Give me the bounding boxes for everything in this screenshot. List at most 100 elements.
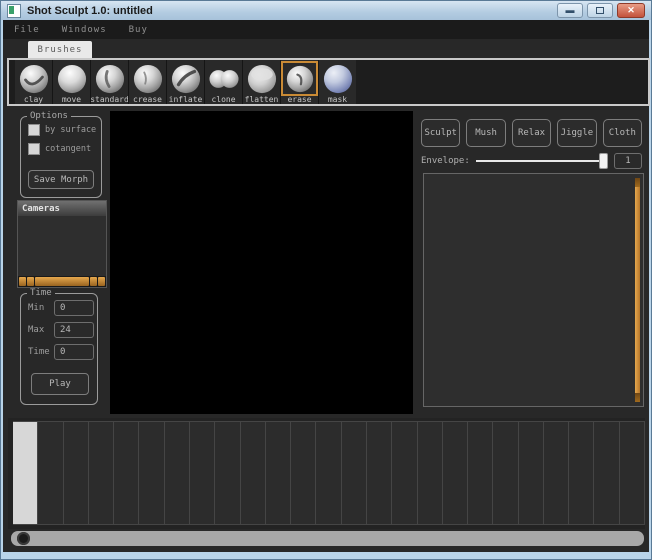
time-group: Time Min 0 Max 24 Time 0 Play bbox=[20, 293, 98, 405]
timeline-cell[interactable] bbox=[89, 422, 114, 524]
window-title: Shot Sculpt 1.0: untitled bbox=[27, 5, 153, 17]
close-button[interactable]: ✕ bbox=[617, 3, 645, 18]
main-content: File Windows Buy Brushes clay move bbox=[3, 20, 649, 552]
cotangent-checkbox[interactable] bbox=[28, 143, 40, 155]
timeline-cell[interactable] bbox=[165, 422, 190, 524]
timeline bbox=[8, 418, 645, 529]
brush-label: mask bbox=[328, 96, 347, 104]
brush-clone[interactable]: clone bbox=[204, 60, 242, 104]
minimize-button[interactable]: ▬ bbox=[557, 3, 583, 18]
timeline-cell[interactable] bbox=[620, 422, 645, 524]
timeline-grid bbox=[13, 421, 645, 525]
cameras-list[interactable] bbox=[18, 216, 106, 276]
sculpt-button[interactable]: Sculpt bbox=[421, 119, 460, 147]
maximize-icon bbox=[596, 7, 604, 14]
envelope-value-field[interactable]: 1 bbox=[614, 153, 642, 169]
menu-buy[interactable]: Buy bbox=[118, 25, 159, 35]
envelope-label: Envelope: bbox=[421, 156, 470, 166]
brush-label: clay bbox=[24, 96, 43, 104]
scroll-right-page[interactable] bbox=[90, 277, 97, 286]
timeline-cell[interactable] bbox=[493, 422, 518, 524]
time-field[interactable]: 0 bbox=[54, 344, 94, 360]
jiggle-button[interactable]: Jiggle bbox=[557, 119, 596, 147]
mask-brush-icon bbox=[323, 64, 353, 94]
timeline-cell[interactable] bbox=[291, 422, 316, 524]
timeline-cell[interactable] bbox=[443, 422, 468, 524]
scroll-left-button[interactable] bbox=[19, 277, 26, 286]
scroll-left-page[interactable] bbox=[27, 277, 34, 286]
timeline-cell[interactable] bbox=[316, 422, 341, 524]
options-title: Options bbox=[27, 111, 71, 121]
time-row: Time 0 bbox=[28, 344, 97, 360]
timeline-scrollbar[interactable] bbox=[11, 531, 644, 546]
timeline-cell[interactable] bbox=[392, 422, 417, 524]
app-icon bbox=[7, 4, 21, 18]
cotangent-row: cotangent bbox=[28, 143, 101, 155]
timeline-cell[interactable] bbox=[266, 422, 291, 524]
menu-file[interactable]: File bbox=[3, 25, 51, 35]
slider-track bbox=[476, 160, 600, 162]
timeline-cell[interactable] bbox=[544, 422, 569, 524]
min-label: Min bbox=[28, 303, 54, 313]
cameras-header: Cameras bbox=[18, 201, 106, 216]
scroll-thumb[interactable] bbox=[35, 277, 89, 286]
relax-button[interactable]: Relax bbox=[512, 119, 551, 147]
menu-windows[interactable]: Windows bbox=[51, 25, 118, 35]
clay-brush-icon bbox=[19, 64, 49, 94]
erase-brush-icon bbox=[286, 65, 314, 93]
timeline-scroll-handle[interactable] bbox=[17, 532, 30, 545]
brush-label: crease bbox=[133, 96, 162, 104]
brushes-toolbar: clay move standard crease bbox=[7, 58, 650, 106]
menu-bar: File Windows Buy bbox=[3, 20, 649, 39]
timeline-cell[interactable] bbox=[519, 422, 544, 524]
by-surface-label: by surface bbox=[45, 125, 96, 135]
morphs-list-panel bbox=[423, 173, 644, 407]
timeline-cell[interactable] bbox=[468, 422, 493, 524]
scroll-right-button[interactable] bbox=[98, 277, 105, 286]
slider-handle[interactable] bbox=[599, 153, 608, 169]
inflate-brush-icon bbox=[171, 64, 201, 94]
window-titlebar: Shot Sculpt 1.0: untitled ▬ ✕ bbox=[1, 1, 651, 20]
timeline-cell[interactable] bbox=[114, 422, 139, 524]
brush-label: clone bbox=[211, 96, 235, 104]
brush-crease[interactable]: crease bbox=[128, 60, 166, 104]
timeline-cell[interactable] bbox=[594, 422, 619, 524]
brush-move[interactable]: move bbox=[52, 60, 90, 104]
timeline-cell[interactable] bbox=[190, 422, 215, 524]
timeline-cell[interactable] bbox=[215, 422, 240, 524]
brush-inflate[interactable]: inflate bbox=[166, 60, 204, 104]
max-field[interactable]: 24 bbox=[54, 322, 94, 338]
timeline-cell[interactable] bbox=[13, 422, 38, 524]
brush-flatten[interactable]: flatten bbox=[242, 60, 280, 104]
min-field[interactable]: 0 bbox=[54, 300, 94, 316]
crease-brush-icon bbox=[133, 64, 163, 94]
timeline-cell[interactable] bbox=[241, 422, 266, 524]
brush-standard[interactable]: standard bbox=[90, 60, 128, 104]
tab-brushes[interactable]: Brushes bbox=[28, 41, 92, 58]
envelope-slider[interactable] bbox=[476, 153, 608, 169]
brush-erase[interactable]: erase bbox=[280, 60, 318, 104]
timeline-cell[interactable] bbox=[38, 422, 63, 524]
cameras-h-scrollbar[interactable] bbox=[18, 276, 106, 287]
list-v-scrollbar[interactable] bbox=[635, 178, 640, 402]
timeline-cell[interactable] bbox=[342, 422, 367, 524]
play-button[interactable]: Play bbox=[31, 373, 89, 395]
mush-button[interactable]: Mush bbox=[466, 119, 505, 147]
timeline-cell[interactable] bbox=[418, 422, 443, 524]
timeline-cell[interactable] bbox=[367, 422, 392, 524]
brush-label: move bbox=[62, 96, 81, 104]
timeline-cell[interactable] bbox=[139, 422, 164, 524]
time-title: Time bbox=[27, 288, 55, 298]
brush-mask[interactable]: mask bbox=[318, 60, 356, 104]
cotangent-label: cotangent bbox=[45, 144, 91, 154]
brush-clay[interactable]: clay bbox=[15, 60, 52, 104]
maximize-button[interactable] bbox=[587, 3, 613, 18]
by-surface-checkbox[interactable] bbox=[28, 124, 40, 136]
timeline-cell[interactable] bbox=[64, 422, 89, 524]
save-morph-button[interactable]: Save Morph bbox=[28, 170, 94, 189]
max-row: Max 24 bbox=[28, 322, 97, 338]
cloth-button[interactable]: Cloth bbox=[603, 119, 642, 147]
timeline-cell[interactable] bbox=[569, 422, 594, 524]
3d-viewport[interactable] bbox=[110, 111, 413, 414]
brush-label: standard bbox=[90, 96, 129, 104]
